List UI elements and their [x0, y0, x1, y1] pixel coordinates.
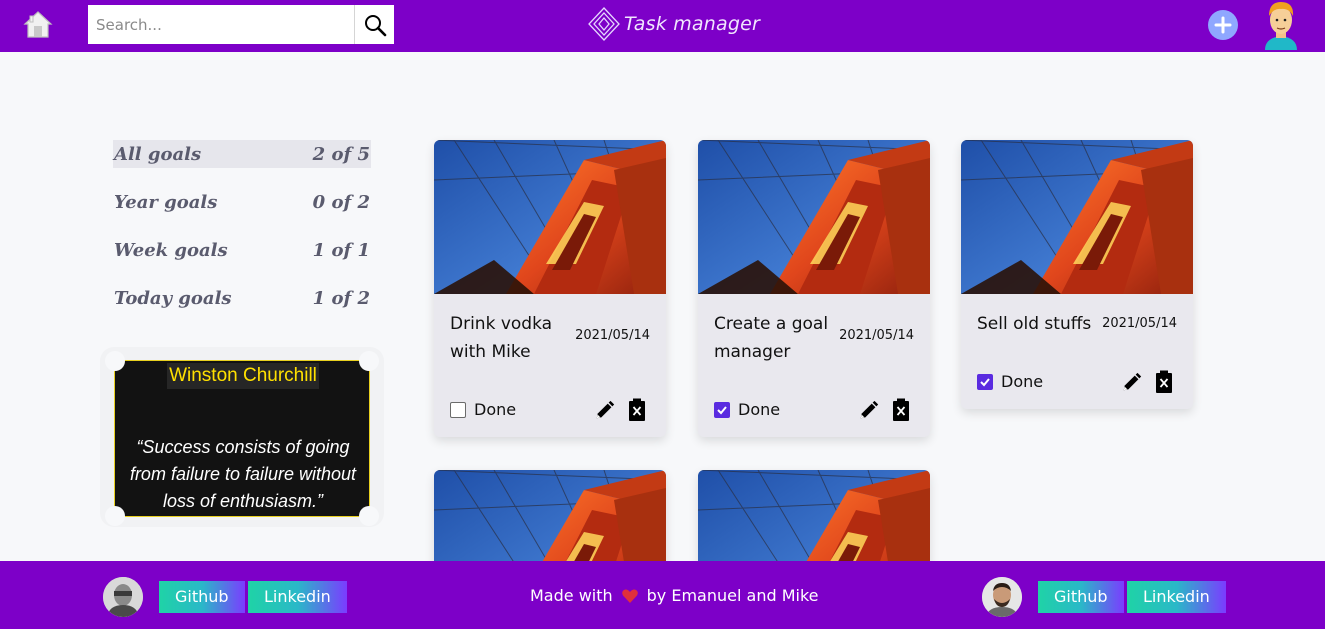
- checkbox-unchecked-icon: [450, 401, 466, 418]
- done-checkbox[interactable]: Done: [714, 400, 780, 419]
- search-input[interactable]: [88, 5, 354, 44]
- goal-card-image: [698, 140, 930, 294]
- goal-title: Sell old stuffs: [977, 314, 1092, 334]
- filter-week-goals[interactable]: Week goals 1 of 1: [113, 236, 371, 264]
- filter-today-goals[interactable]: Today goals 1 of 2: [113, 284, 371, 312]
- goal-filter-list: All goals 2 of 5 Year goals 0 of 2 Week …: [113, 140, 371, 332]
- quote-panel: Winston Churchill “Success consists of g…: [100, 347, 384, 527]
- done-label: Done: [1001, 372, 1044, 391]
- done-checkbox[interactable]: Done: [977, 372, 1043, 391]
- trash-icon[interactable]: [892, 398, 910, 422]
- pencil-icon[interactable]: [1121, 370, 1143, 394]
- quote-card: Winston Churchill “Success consists of g…: [105, 351, 379, 526]
- top-navbar: Task manager: [0, 0, 1325, 52]
- filter-label: Week goals: [114, 239, 228, 261]
- brand-name: Task manager: [624, 13, 760, 35]
- quote-text: “Success consists of going from failure …: [129, 437, 357, 511]
- filter-count: 0 of 2: [312, 191, 370, 213]
- diamond-logo-icon: [588, 7, 620, 41]
- brand[interactable]: Task manager: [588, 4, 760, 44]
- filter-count: 1 of 1: [312, 239, 370, 261]
- search-bar: [88, 5, 394, 44]
- goal-date: 2021/05/14: [839, 328, 914, 343]
- filter-count: 2 of 5: [312, 143, 370, 165]
- goal-card-image: [434, 140, 666, 294]
- done-label: Done: [474, 400, 517, 419]
- filter-year-goals[interactable]: Year goals 0 of 2: [113, 188, 371, 216]
- author-avatar-mike: [982, 577, 1022, 617]
- search-icon: [364, 14, 386, 36]
- search-button[interactable]: [354, 5, 394, 44]
- goal-title: Drink vodka with Mike: [450, 314, 553, 362]
- pencil-icon[interactable]: [594, 398, 616, 422]
- filter-label: All goals: [114, 143, 202, 165]
- pencil-icon[interactable]: [858, 398, 880, 422]
- github-link-mike[interactable]: Github: [1038, 581, 1124, 613]
- done-label: Done: [738, 400, 781, 419]
- add-goal-button[interactable]: [1208, 10, 1238, 40]
- quote-corner: [359, 351, 379, 371]
- goal-card-image: [961, 140, 1193, 294]
- goal-date: 2021/05/14: [1102, 316, 1177, 331]
- trash-icon[interactable]: [1155, 370, 1173, 394]
- filter-label: Year goals: [114, 191, 218, 213]
- quote-corner: [105, 351, 125, 371]
- author-avatar-emanuel: [103, 577, 143, 617]
- made-with-text: Made with: [530, 586, 613, 605]
- authors-text: by Emanuel and Mike: [646, 586, 819, 605]
- trash-icon[interactable]: [628, 398, 646, 422]
- heart-icon: [621, 589, 638, 603]
- github-link-emanuel[interactable]: Github: [159, 581, 245, 613]
- linkedin-link-mike[interactable]: Linkedin: [1127, 581, 1226, 613]
- footer: Github Linkedin Made with by Emanuel and…: [0, 561, 1325, 629]
- quote-corner: [105, 506, 125, 526]
- made-with-credit: Made with by Emanuel and Mike: [530, 586, 818, 605]
- linkedin-link-emanuel[interactable]: Linkedin: [248, 581, 347, 613]
- goal-card: Drink vodka with Mike 2021/05/14 Done: [434, 140, 666, 437]
- filter-count: 1 of 2: [312, 287, 370, 309]
- checkbox-checked-icon: [714, 401, 730, 418]
- checkbox-checked-icon: [977, 373, 993, 390]
- filter-label: Today goals: [114, 287, 232, 309]
- quote-author: Winston Churchill: [167, 363, 319, 389]
- filter-all-goals[interactable]: All goals 2 of 5: [113, 140, 371, 168]
- goal-date: 2021/05/14: [575, 328, 650, 343]
- plus-icon: [1214, 16, 1232, 34]
- done-checkbox[interactable]: Done: [450, 400, 516, 419]
- home-icon[interactable]: [22, 8, 54, 40]
- goal-title: Create a goal manager: [714, 314, 829, 362]
- goal-card: Sell old stuffs 2021/05/14 Done: [961, 140, 1193, 409]
- goal-card: Create a goal manager 2021/05/14 Done: [698, 140, 930, 437]
- user-avatar[interactable]: [1261, 0, 1301, 50]
